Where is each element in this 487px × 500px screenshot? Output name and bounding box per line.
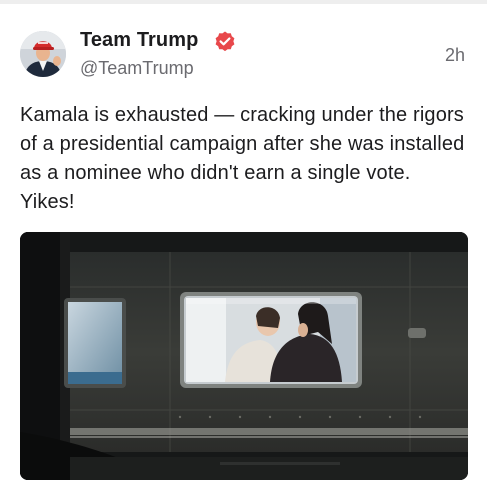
post-screen: Team Trump @TeamTrump 2h Kamala is exhau… <box>0 0 487 500</box>
post-image[interactable] <box>20 232 468 480</box>
divider <box>0 0 487 4</box>
user-handle[interactable]: @TeamTrump <box>80 58 194 79</box>
post-timestamp: 2h <box>444 45 465 65</box>
verified-badge-icon <box>215 31 235 52</box>
post-body-text: Kamala is exhausted — cracking under the… <box>20 104 465 213</box>
profile-photo-icon <box>20 31 66 77</box>
avatar[interactable] <box>20 31 66 77</box>
display-name[interactable]: Team Trump <box>80 29 198 52</box>
photo-icon <box>20 232 468 480</box>
